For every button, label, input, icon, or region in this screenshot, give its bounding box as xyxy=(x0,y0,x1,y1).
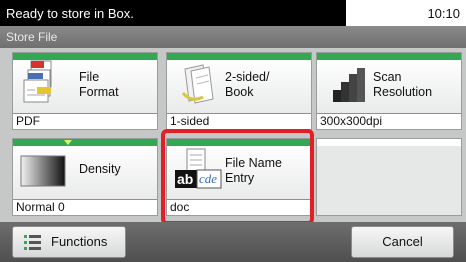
tile-stripe xyxy=(13,139,157,146)
store-file-screen: Ready to store in Box. 10:10 Store File xyxy=(0,0,466,262)
functions-label: Functions xyxy=(51,234,108,249)
tile-label: Density xyxy=(79,162,121,176)
tile-density[interactable]: Density Normal 0 xyxy=(12,138,158,216)
tile-value: 300x300dpi xyxy=(317,113,461,129)
tile-2-sided-book[interactable]: 2-sided/ Book 1-sided xyxy=(166,52,312,130)
tile-value: 1-sided xyxy=(167,113,311,129)
chevron-down-icon xyxy=(64,140,72,145)
density-icon xyxy=(20,155,66,187)
bottom-bar: Functions Cancel xyxy=(0,222,466,262)
highlight-frame xyxy=(161,129,314,225)
file-format-icon xyxy=(23,60,52,103)
tile-stripe xyxy=(13,53,157,60)
tile-label: 2-sided/ Book xyxy=(225,70,270,99)
tile-stripe xyxy=(167,53,311,60)
screen-title-bar: Store File xyxy=(0,26,466,48)
tile-label: Scan Resolution xyxy=(373,70,433,99)
tile-file-format[interactable]: File Format PDF xyxy=(12,52,158,130)
status-message: Ready to store in Box. xyxy=(6,6,134,21)
tile-value: Normal 0 xyxy=(13,199,157,215)
tile-value: PDF xyxy=(13,113,157,129)
screen-title: Store File xyxy=(6,30,58,44)
cancel-button[interactable]: Cancel xyxy=(351,226,454,258)
list-icon xyxy=(24,235,41,250)
status-time: 10:10 xyxy=(346,0,466,26)
functions-button[interactable]: Functions xyxy=(12,226,126,258)
duplex-book-icon xyxy=(181,64,214,104)
tile-stripe xyxy=(317,53,461,60)
tile-label: File Format xyxy=(79,70,119,99)
status-bar: Ready to store in Box. 10:10 xyxy=(0,0,466,26)
scan-resolution-icon xyxy=(333,68,365,102)
tile-scan-resolution[interactable]: Scan Resolution 300x300dpi xyxy=(316,52,462,130)
tile-empty xyxy=(316,138,462,216)
